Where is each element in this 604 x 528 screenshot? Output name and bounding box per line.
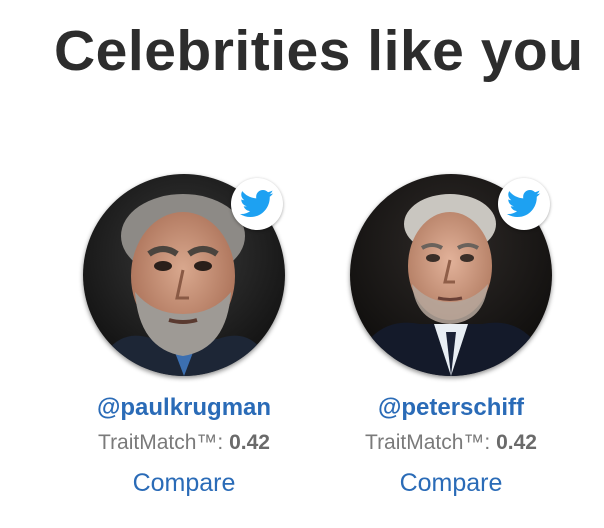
page-title: Celebrities like you bbox=[54, 19, 584, 83]
twitter-icon bbox=[240, 189, 274, 218]
twitter-icon bbox=[507, 189, 541, 218]
twitter-badge[interactable] bbox=[231, 178, 283, 230]
trait-match-label: TraitMatch™: bbox=[98, 431, 230, 454]
compare-link[interactable]: Compare bbox=[331, 469, 571, 498]
compare-link[interactable]: Compare bbox=[64, 469, 304, 498]
celebrity-handle-link[interactable]: @peterschiff bbox=[331, 394, 571, 422]
celebrity-handle-link[interactable]: @paulkrugman bbox=[64, 394, 304, 422]
trait-match: TraitMatch™: 0.42 bbox=[331, 431, 571, 455]
avatar-container bbox=[350, 174, 552, 376]
trait-match-score: 0.42 bbox=[229, 431, 270, 454]
twitter-badge[interactable] bbox=[498, 178, 550, 230]
avatar-container bbox=[83, 174, 285, 376]
celebrities-section: Celebrities like you @paulkrugman TraitM… bbox=[0, 0, 604, 528]
celebrity-card: @peterschiff TraitMatch™: 0.42 Compare bbox=[331, 174, 571, 514]
trait-match: TraitMatch™: 0.42 bbox=[64, 431, 304, 455]
trait-match-score: 0.42 bbox=[496, 431, 537, 454]
trait-match-label: TraitMatch™: bbox=[365, 431, 497, 454]
celebrity-card: @paulkrugman TraitMatch™: 0.42 Compare bbox=[64, 174, 304, 514]
